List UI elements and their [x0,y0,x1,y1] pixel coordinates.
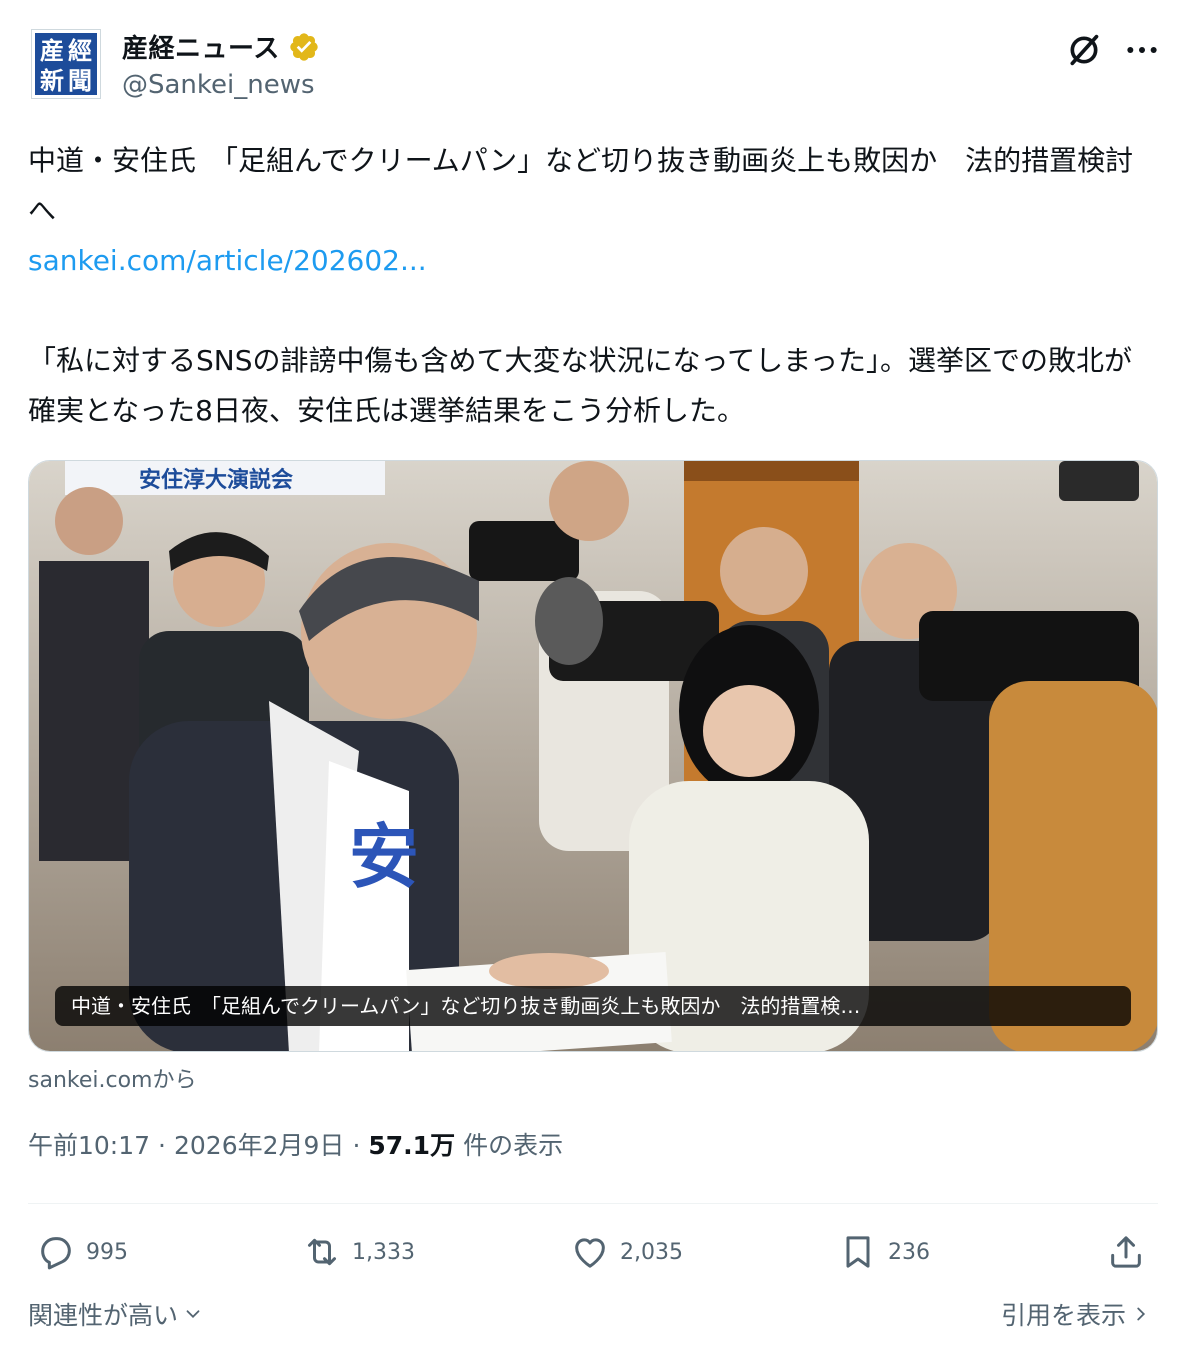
meta-separator: · [352,1131,361,1160]
bookmark-icon [846,1236,870,1268]
avatar[interactable]: 産 經 新 聞 [31,29,101,99]
chevron-down-icon [186,1310,200,1319]
repost-icon [308,1238,336,1266]
sort-selector[interactable]: 関連性が高い [28,1296,204,1332]
post-headline: 中道・安住氏 「足組んでクリームパン」など切り抜き動画炎上も敗因か 法的措置検討… [28,144,1134,227]
avatar-char: 聞 [68,66,92,95]
avatar-char: 新 [40,66,64,95]
meta-separator: · [158,1131,166,1160]
account-handle[interactable]: @Sankei_news [122,70,315,100]
display-name[interactable]: 産経ニュース [122,28,280,65]
quotes-label: 引用を表示 [1000,1301,1126,1330]
grok-icon[interactable] [1064,30,1104,70]
reply-button[interactable]: 995 [36,1226,128,1278]
article-link[interactable]: sankei.com/article/202602... [28,244,427,277]
bookmark-button[interactable]: 236 [838,1226,930,1278]
view-count-label: 件の表示 [463,1131,564,1160]
action-bar: 995 1,333 2,035 236 [0,1226,1190,1278]
sash-char: 安 [349,816,419,898]
post-time[interactable]: 午前10:17 [28,1126,150,1162]
card-caption: 中道・安住氏 「足組んでクリームパン」など切り抜き動画炎上も敗因か 法的措置検… [55,986,1131,1026]
share-button[interactable] [1106,1226,1146,1278]
repost-count: 1,333 [352,1239,415,1265]
like-count: 2,035 [620,1239,683,1265]
divider [28,1203,1158,1204]
avatar-char: 經 [68,36,92,65]
photo-banner-text: 安住淳大演説会 [139,467,293,493]
post-header: 産 經 新 聞 産経ニュース @Sankei_news [28,26,1162,106]
card-photo: 安住淳大演説会 安 [29,461,1157,1051]
bookmark-count: 236 [888,1239,930,1265]
reply-icon [41,1237,71,1270]
chevron-right-icon [1137,1307,1146,1321]
post-quote: 「私に対するSNSの誹謗中傷も含めて大変な状況になってしまった」。選挙区での敗北… [28,344,1132,427]
post-text: 中道・安住氏 「足組んでクリームパン」など切り抜き動画炎上も敗因か 法的措置検討… [28,136,1158,436]
link-card[interactable]: 安住淳大演説会 安 中道・安住氏 「足組んでクリームパン」など切り抜き動画炎上も… [28,460,1158,1052]
sort-label: 関連性が高い [28,1301,179,1330]
like-icon [575,1238,605,1268]
like-button[interactable]: 2,035 [570,1226,683,1278]
display-name-row[interactable]: 産経ニュース [122,28,320,65]
reply-count: 995 [86,1239,128,1265]
view-count: 57.1万 [368,1131,456,1160]
post-meta: 午前10:17 · 2026年2月9日 · 57.1万 件の表示 [28,1126,563,1162]
repost-button[interactable]: 1,333 [302,1226,415,1278]
card-source[interactable]: sankei.comから [28,1062,196,1094]
share-icon [1111,1236,1141,1268]
more-icon[interactable] [1122,30,1162,70]
view-quotes-link[interactable]: 引用を表示 [1001,1296,1152,1332]
verified-badge-icon[interactable] [288,31,320,63]
post-date[interactable]: 2026年2月9日 [174,1126,344,1162]
avatar-char: 産 [40,36,64,65]
